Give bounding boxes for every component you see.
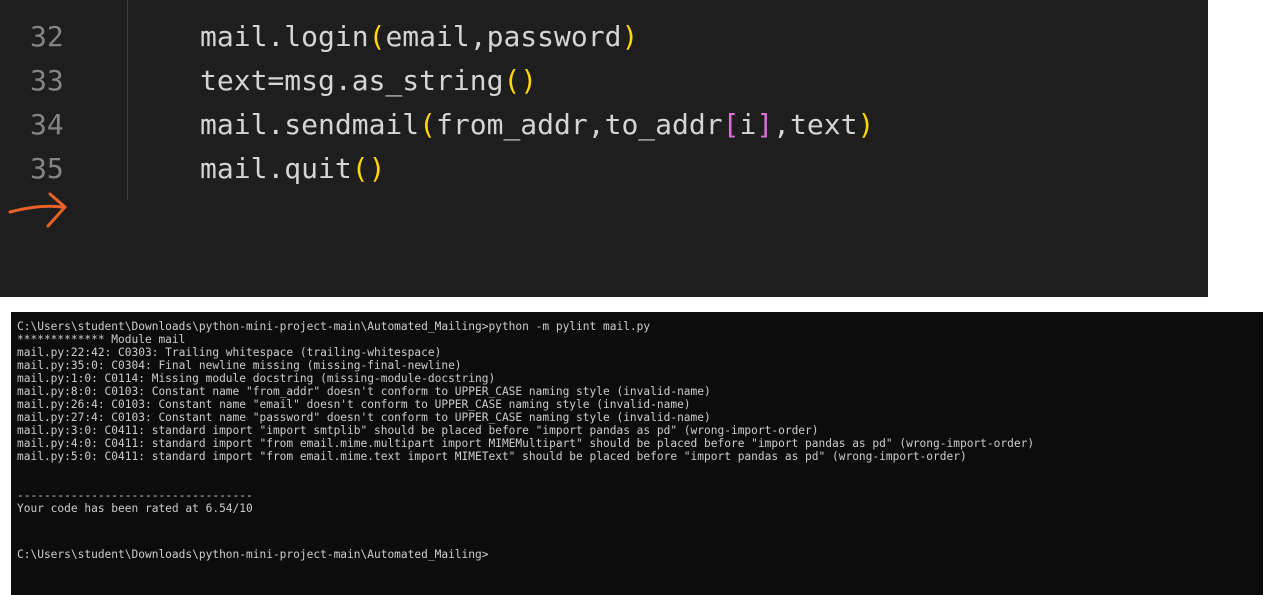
rating-text: Your code has been rated at 6.54/10 <box>17 502 253 515</box>
lint-message: mail.py:26:4: C0103: Constant name "emai… <box>17 398 691 411</box>
lint-message: mail.py:4:0: C0411: standard import "fro… <box>17 437 1035 450</box>
lint-message: mail.py:3:0: C0411: standard import "imp… <box>17 424 819 437</box>
line-number: 35 <box>30 152 64 185</box>
line-number: 34 <box>30 108 64 141</box>
separator-line: ----------------------------------- <box>17 489 253 502</box>
code-line[interactable]: 34 mail.sendmail(from_addr,to_addr[i],te… <box>0 105 1208 145</box>
lint-message: mail.py:5:0: C0411: standard import "fro… <box>17 450 967 463</box>
code-text: mail.sendmail(from_addr,to_addr[i],text) <box>200 108 875 141</box>
lint-message: mail.py:27:4: C0103: Constant name "pass… <box>17 411 711 424</box>
code-line[interactable]: 33 text=msg.as_string() <box>0 61 1208 101</box>
lint-message: mail.py:35:0: C0304: Final newline missi… <box>17 359 462 372</box>
code-editor[interactable]: 32 mail.login(email,password) 33 text=ms… <box>0 0 1208 297</box>
code-text: mail.login(email,password) <box>200 20 639 53</box>
command-line: C:\Users\student\Downloads\python-mini-p… <box>17 320 651 333</box>
code-text: text=msg.as_string() <box>200 64 538 97</box>
lint-message: mail.py:1:0: C0114: Missing module docst… <box>17 372 496 385</box>
code-line[interactable]: 35 mail.quit() <box>0 149 1208 189</box>
code-line[interactable]: 32 mail.login(email,password) <box>0 17 1208 57</box>
module-header: ************* Module mail <box>17 333 186 346</box>
code-text: mail.quit() <box>200 152 386 185</box>
lint-message: mail.py:22:42: C0303: Trailing whitespac… <box>17 346 442 359</box>
prompt-line[interactable]: C:\Users\student\Downloads\python-mini-p… <box>17 548 488 561</box>
lint-message: mail.py:8:0: C0103: Constant name "from_… <box>17 385 711 398</box>
line-number: 32 <box>30 20 64 53</box>
terminal-window[interactable]: C:\Users\student\Downloads\python-mini-p… <box>11 312 1263 595</box>
line-number: 33 <box>30 64 64 97</box>
hand-drawn-arrow-icon <box>8 192 67 228</box>
